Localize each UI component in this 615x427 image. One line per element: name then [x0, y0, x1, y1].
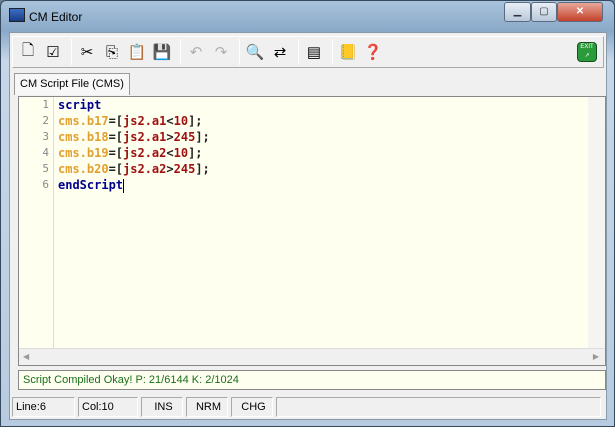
code-token: js2.a2: [123, 146, 167, 160]
status-empty: [276, 397, 601, 417]
code-token: 10: [173, 114, 189, 128]
code-line: endScript: [58, 177, 210, 193]
close-button[interactable]: ✕: [557, 2, 603, 22]
replace-icon[interactable]: ⇄: [269, 41, 291, 63]
text-caret: [123, 178, 125, 193]
toolbar: 🗋 ☑ ✂ ⎘ 📋 💾 ↶ ↷ 🔍 ⇄ ▤ 📒 ❓ EXIT ↗: [12, 36, 604, 68]
code-line: script: [58, 97, 210, 113]
code-token: ];: [195, 162, 210, 176]
code-token: ];: [188, 146, 203, 160]
vertical-scrollbar[interactable]: [588, 97, 605, 349]
copy-icon[interactable]: ⎘: [101, 41, 123, 63]
code-token: js2.a2: [123, 162, 167, 176]
app-icon: [9, 8, 25, 22]
line-number-gutter: 1 2 3 4 5 6: [19, 97, 54, 349]
code-token: js2.a1: [123, 114, 167, 128]
code-token: <: [166, 114, 174, 128]
help-book-icon[interactable]: 📒: [337, 41, 359, 63]
line-number: 2: [42, 114, 49, 127]
toolbar-separator: [71, 39, 72, 65]
toolbar-separator: [298, 39, 299, 65]
code-token: <: [166, 146, 174, 160]
code-token: script: [58, 98, 102, 112]
status-col: Col:10: [78, 397, 138, 417]
view-icon[interactable]: ▤: [303, 41, 325, 63]
code-line: cms.b18=[js2.a1>245];: [58, 129, 210, 145]
line-number: 4: [42, 146, 49, 159]
redo-icon[interactable]: ↷: [210, 41, 232, 63]
status-bar: Line:6 Col:10 INS NRM CHG: [12, 397, 604, 417]
scroll-right-icon[interactable]: ▶: [593, 352, 599, 361]
code-token: ];: [188, 114, 203, 128]
line-number: 1: [42, 98, 49, 111]
code-token: =[: [108, 114, 124, 128]
minimize-button[interactable]: ▁: [504, 2, 531, 22]
code-token: cms.b17: [58, 114, 109, 128]
window-frame: CM Editor ▁ ▢ ✕ 🗋 ☑ ✂ ⎘ 📋 💾 ↶ ↷ 🔍 ⇄ ▤ 📒 ❓ EXIT ↗ CM S…: [0, 0, 615, 427]
line-number: 3: [42, 130, 49, 143]
maximize-button[interactable]: ▢: [531, 2, 557, 22]
context-help-icon[interactable]: ❓: [362, 41, 384, 63]
paste-icon[interactable]: 📋: [126, 41, 148, 63]
code-token: =[: [108, 162, 124, 176]
toolbar-separator: [239, 39, 240, 65]
horizontal-scrollbar[interactable]: ◀ ▶: [19, 348, 605, 365]
code-token: ];: [195, 130, 210, 144]
code-token: 10: [173, 146, 189, 160]
window-title: CM Editor: [29, 10, 83, 24]
toolbar-separator: [332, 39, 333, 65]
tab-cm-script-file[interactable]: CM Script File (CMS): [14, 73, 130, 95]
compile-icon[interactable]: ☑: [42, 41, 64, 63]
save-icon[interactable]: 💾: [151, 41, 173, 63]
code-line: cms.b20=[js2.a2>245];: [58, 161, 210, 177]
code-token: =[: [108, 130, 124, 144]
line-number: 5: [42, 162, 49, 175]
code-token: >: [166, 162, 174, 176]
undo-icon[interactable]: ↶: [185, 41, 207, 63]
status-line: Line:6: [12, 397, 75, 417]
code-token: >: [166, 130, 174, 144]
code-token: =[: [108, 146, 124, 160]
new-file-icon[interactable]: 🗋: [17, 41, 39, 63]
compile-message: Script Compiled Okay! P: 21/6144 K: 2/10…: [18, 370, 606, 390]
code-token: js2.a1: [123, 130, 167, 144]
code-token: 245: [173, 130, 196, 144]
client-area: 🗋 ☑ ✂ ⎘ 📋 💾 ↶ ↷ 🔍 ⇄ ▤ 📒 ❓ EXIT ↗ CM Script File (CMS)…: [9, 32, 607, 420]
cut-icon[interactable]: ✂: [76, 41, 98, 63]
status-ins: INS: [141, 397, 183, 417]
code-token: endScript: [58, 178, 124, 192]
code-editor[interactable]: 123456 script cms.b17=[js2.a1<10]; cms.b18…: [18, 96, 606, 366]
exit-button[interactable]: EXIT ↗: [577, 42, 597, 62]
find-icon[interactable]: 🔍: [244, 41, 266, 63]
line-number: 6: [42, 178, 49, 191]
toolbar-separator: [180, 39, 181, 65]
code-token: cms.b18: [58, 130, 109, 144]
status-nrm: NRM: [186, 397, 228, 417]
code-token: cms.b20: [58, 162, 109, 176]
code-token: cms.b19: [58, 146, 109, 160]
status-chg: CHG: [231, 397, 273, 417]
code-token: 245: [173, 162, 196, 176]
scroll-left-icon[interactable]: ◀: [23, 352, 29, 361]
code-text[interactable]: script cms.b17=[js2.a1<10]; cms.b18=[js2.a…: [58, 97, 210, 193]
code-line: cms.b19=[js2.a2<10];: [58, 145, 210, 161]
code-line: cms.b17=[js2.a1<10];: [58, 113, 210, 129]
